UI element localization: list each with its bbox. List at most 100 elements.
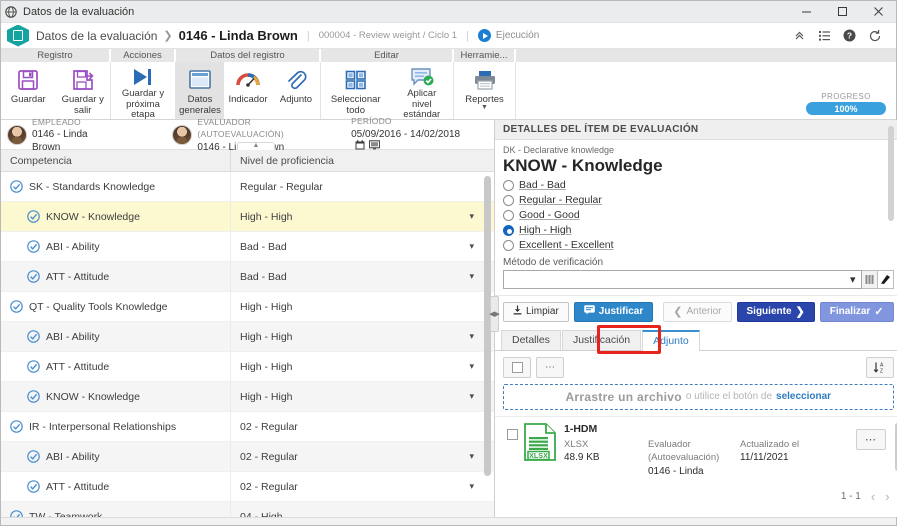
chevron-down-icon[interactable]: ▾ <box>469 451 474 462</box>
attachment-more-button[interactable]: ⋯ <box>536 356 564 378</box>
table-row[interactable]: ABI - Ability Bad - Bad ▾ <box>1 231 494 262</box>
table-row[interactable]: ATT - Attitude 02 - Regular ▾ <box>1 471 494 502</box>
pager-next-button[interactable]: › <box>885 489 889 504</box>
table-row[interactable]: SK - Standards Knowledge Regular - Regula… <box>1 172 494 202</box>
close-button[interactable] <box>860 1 896 23</box>
indicator-label: Indicador <box>228 94 268 105</box>
refresh-icon[interactable] <box>868 29 882 43</box>
ribbon-group-label-acciones: Acciones <box>111 49 176 62</box>
apply-standard-level-button[interactable]: Aplicar nivel estándar <box>390 62 453 120</box>
proficiency-cell: High - High ▾ <box>231 382 494 412</box>
tab-adjunto[interactable]: Adjunto <box>642 329 700 351</box>
proficiency-radio-group[interactable]: Bad - Bad Regular - Regular Good - Good Hig… <box>503 178 894 253</box>
chevron-left-icon: ❮ <box>673 306 683 319</box>
attachment-list: XLSX 1-HDM XLSX 48.9 KB Evaluador (Autoe… <box>495 415 897 504</box>
paperclip-icon <box>284 66 308 94</box>
chevron-down-icon[interactable]: ▾ <box>850 273 856 286</box>
file-dropzone[interactable]: Arrastre un archivo o utilice el botón d… <box>503 383 894 410</box>
period-label: PERÍODO <box>351 116 392 127</box>
radio-button[interactable] <box>503 224 514 236</box>
chevron-down-icon[interactable]: ▾ <box>469 361 474 372</box>
attachment-select-all-button[interactable] <box>503 356 531 378</box>
radio-button[interactable] <box>503 239 514 251</box>
radio-button[interactable] <box>503 194 514 206</box>
next-button[interactable]: Siguiente ❯ <box>736 301 815 322</box>
table-row[interactable]: QT - Quality Tools Knowledge High - High <box>1 291 494 322</box>
details-tabs[interactable]: Detalles Justificación Adjunto <box>495 324 897 354</box>
progress-label: PROGRESO <box>821 92 871 101</box>
apply-standard-level-icon <box>409 66 435 88</box>
finish-button[interactable]: Finalizar ✓ <box>819 301 894 322</box>
chevron-down-icon[interactable]: ▾ <box>469 391 474 402</box>
attachment-button[interactable]: Adjunto <box>272 62 320 119</box>
calendar-icon[interactable] <box>355 140 365 154</box>
attachment-row-more-button[interactable]: ⋯ <box>855 428 886 450</box>
table-row[interactable]: KNOW - Knowledge High - High ▾ <box>1 201 494 232</box>
general-data-button[interactable]: Datos generales <box>176 62 224 119</box>
persons-header: EMPLEADO 0146 - Linda Brown EVALUADOR (A… <box>1 116 494 153</box>
svg-text:XLSX: XLSX <box>529 451 548 460</box>
tab-detalles[interactable]: Detalles <box>501 329 561 350</box>
competency-grid[interactable]: SK - Standards Knowledge Regular - Regula… <box>1 172 494 517</box>
breadcrumb-root[interactable]: Datos de la evaluación <box>36 29 157 43</box>
right-panel-scrollbar[interactable] <box>888 126 894 221</box>
chevron-down-icon[interactable]: ▾ <box>469 481 474 492</box>
table-row[interactable]: ATT - Attitude Bad - Bad ▾ <box>1 261 494 292</box>
save-label: Guardar <box>10 94 46 105</box>
proficiency-option[interactable]: Good - Good <box>503 208 894 223</box>
tab-justificacin[interactable]: Justificación <box>561 329 642 350</box>
chevron-down-icon[interactable]: ▾ <box>469 271 474 282</box>
justify-button[interactable]: Justificar <box>573 301 654 322</box>
competency-name: TW - Teamwork <box>29 510 103 518</box>
table-row[interactable]: ATT - Attitude High - High ▾ <box>1 351 494 382</box>
ribbon-buttons: Guardar Guardar y salir Guardar y próxim… <box>1 62 896 120</box>
check-circle-icon <box>10 180 23 193</box>
chevron-down-icon[interactable]: ▼ <box>481 104 488 111</box>
monitor-icon[interactable] <box>369 140 381 154</box>
chevron-down-icon[interactable]: ▾ <box>469 211 474 222</box>
table-row[interactable]: ABI - Ability High - High ▾ <box>1 321 494 352</box>
maximize-button[interactable] <box>824 1 860 23</box>
pager-prev-button[interactable]: ‹ <box>871 489 875 504</box>
competency-name: KNOW - Knowledge <box>46 390 140 403</box>
select-all-button[interactable]: Seleccionar todo <box>321 62 390 119</box>
proficiency-cell: 04 - High <box>231 502 494 518</box>
chevron-down-icon[interactable]: ▾ <box>469 241 474 252</box>
attachment-sort-button[interactable]: AZ <box>865 356 894 378</box>
verification-method-select[interactable]: ▾ <box>503 269 862 289</box>
ribbon-group-editar: Seleccionar todo Aplicar nivel estándar <box>321 62 454 120</box>
chevrons-up-icon[interactable] <box>793 29 806 42</box>
clear-button[interactable]: Limpiar <box>503 301 569 322</box>
next-stage-icon <box>130 66 156 88</box>
table-row[interactable]: KNOW - Knowledge High - High ▾ <box>1 381 494 412</box>
verification-clear-button[interactable] <box>877 269 894 289</box>
save-and-exit-button[interactable]: Guardar y salir <box>56 62 111 119</box>
reports-button[interactable]: Reportes ▼ <box>454 62 515 119</box>
verification-search-button[interactable] <box>861 269 878 289</box>
attachment-row-checkbox[interactable] <box>507 428 518 440</box>
attachment-owner-key2: (Autoevaluación) <box>648 452 720 464</box>
proficiency-option[interactable]: Excellent - Excellent <box>503 238 894 253</box>
attachment-owner-block: Evaluador (Autoevaluación) 0146 - Linda <box>648 438 740 479</box>
attachment-row[interactable]: XLSX 1-HDM XLSX 48.9 KB Evaluador (Autoe… <box>495 417 897 484</box>
proficiency-option[interactable]: High - High <box>503 223 894 238</box>
radio-button[interactable] <box>503 209 514 221</box>
table-row[interactable]: IR - Interpersonal Relationships 02 - Reg… <box>1 411 494 442</box>
radio-button[interactable] <box>503 179 514 191</box>
help-icon[interactable]: ? <box>843 29 856 42</box>
proficiency-option[interactable]: Regular - Regular <box>503 193 894 208</box>
previous-button[interactable]: ❮ Anterior <box>663 301 732 322</box>
dropzone-select-link[interactable]: seleccionar <box>776 391 831 402</box>
table-row[interactable]: ABI - Ability 02 - Regular ▾ <box>1 441 494 472</box>
proficiency-option[interactable]: Bad - Bad <box>503 178 894 193</box>
panel-splitter-handle[interactable]: ◀▶ <box>489 296 500 332</box>
panel-collapse-handle[interactable]: ▲ <box>237 142 275 150</box>
list-icon[interactable] <box>818 29 831 42</box>
chevron-down-icon[interactable]: ▾ <box>469 331 474 342</box>
indicator-button[interactable]: Indicador <box>224 62 272 119</box>
table-row[interactable]: TW - Teamwork 04 - High <box>1 501 494 518</box>
minimize-button[interactable] <box>788 1 824 23</box>
save-next-stage-button[interactable]: Guardar y próxima etapa <box>111 62 175 120</box>
proficiency-cell: 02 - Regular ▾ <box>231 472 494 502</box>
save-button[interactable]: Guardar <box>1 62 56 119</box>
